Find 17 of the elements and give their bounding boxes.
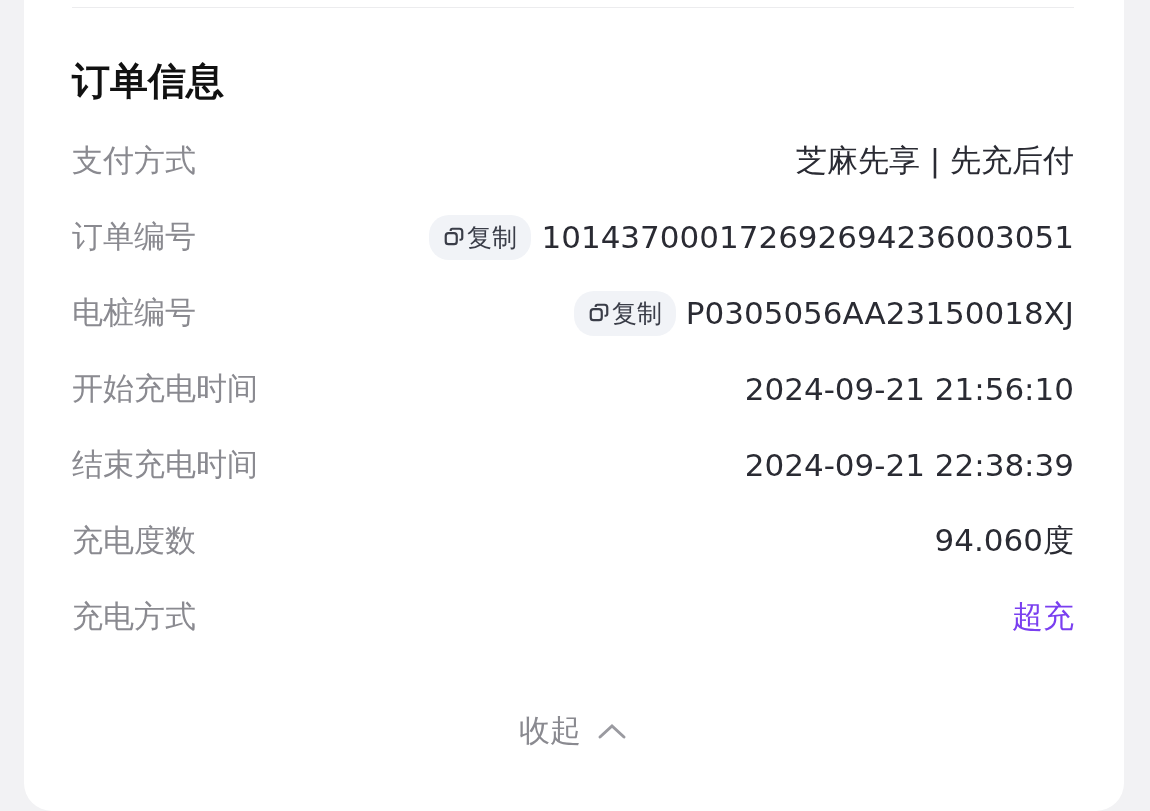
- field-label: 开始充电时间: [72, 369, 258, 408]
- field-value: 94.060度: [934, 521, 1074, 560]
- copy-button[interactable]: 复制: [429, 214, 532, 260]
- field-value: 超充: [1012, 597, 1074, 636]
- field-label: 结束充电时间: [72, 445, 258, 484]
- field-label: 充电方式: [72, 597, 196, 636]
- field-label: 电桩编号: [72, 293, 196, 332]
- field-value: 2024-09-21 21:56:10: [744, 371, 1074, 407]
- field-value: 101437000172692694236003051: [541, 219, 1074, 255]
- field-label: 订单编号: [72, 217, 196, 256]
- field-value: 2024-09-21 22:38:39: [744, 447, 1074, 483]
- field-label: 支付方式: [72, 141, 196, 180]
- copy-button[interactable]: 复制: [573, 290, 676, 336]
- field-value: P0305056AA23150018XJ: [685, 295, 1074, 331]
- field-label: 充电度数: [72, 521, 196, 560]
- section-title: 订单信息: [72, 58, 225, 105]
- field-value: 芝麻先享 | 先充后付: [795, 141, 1074, 181]
